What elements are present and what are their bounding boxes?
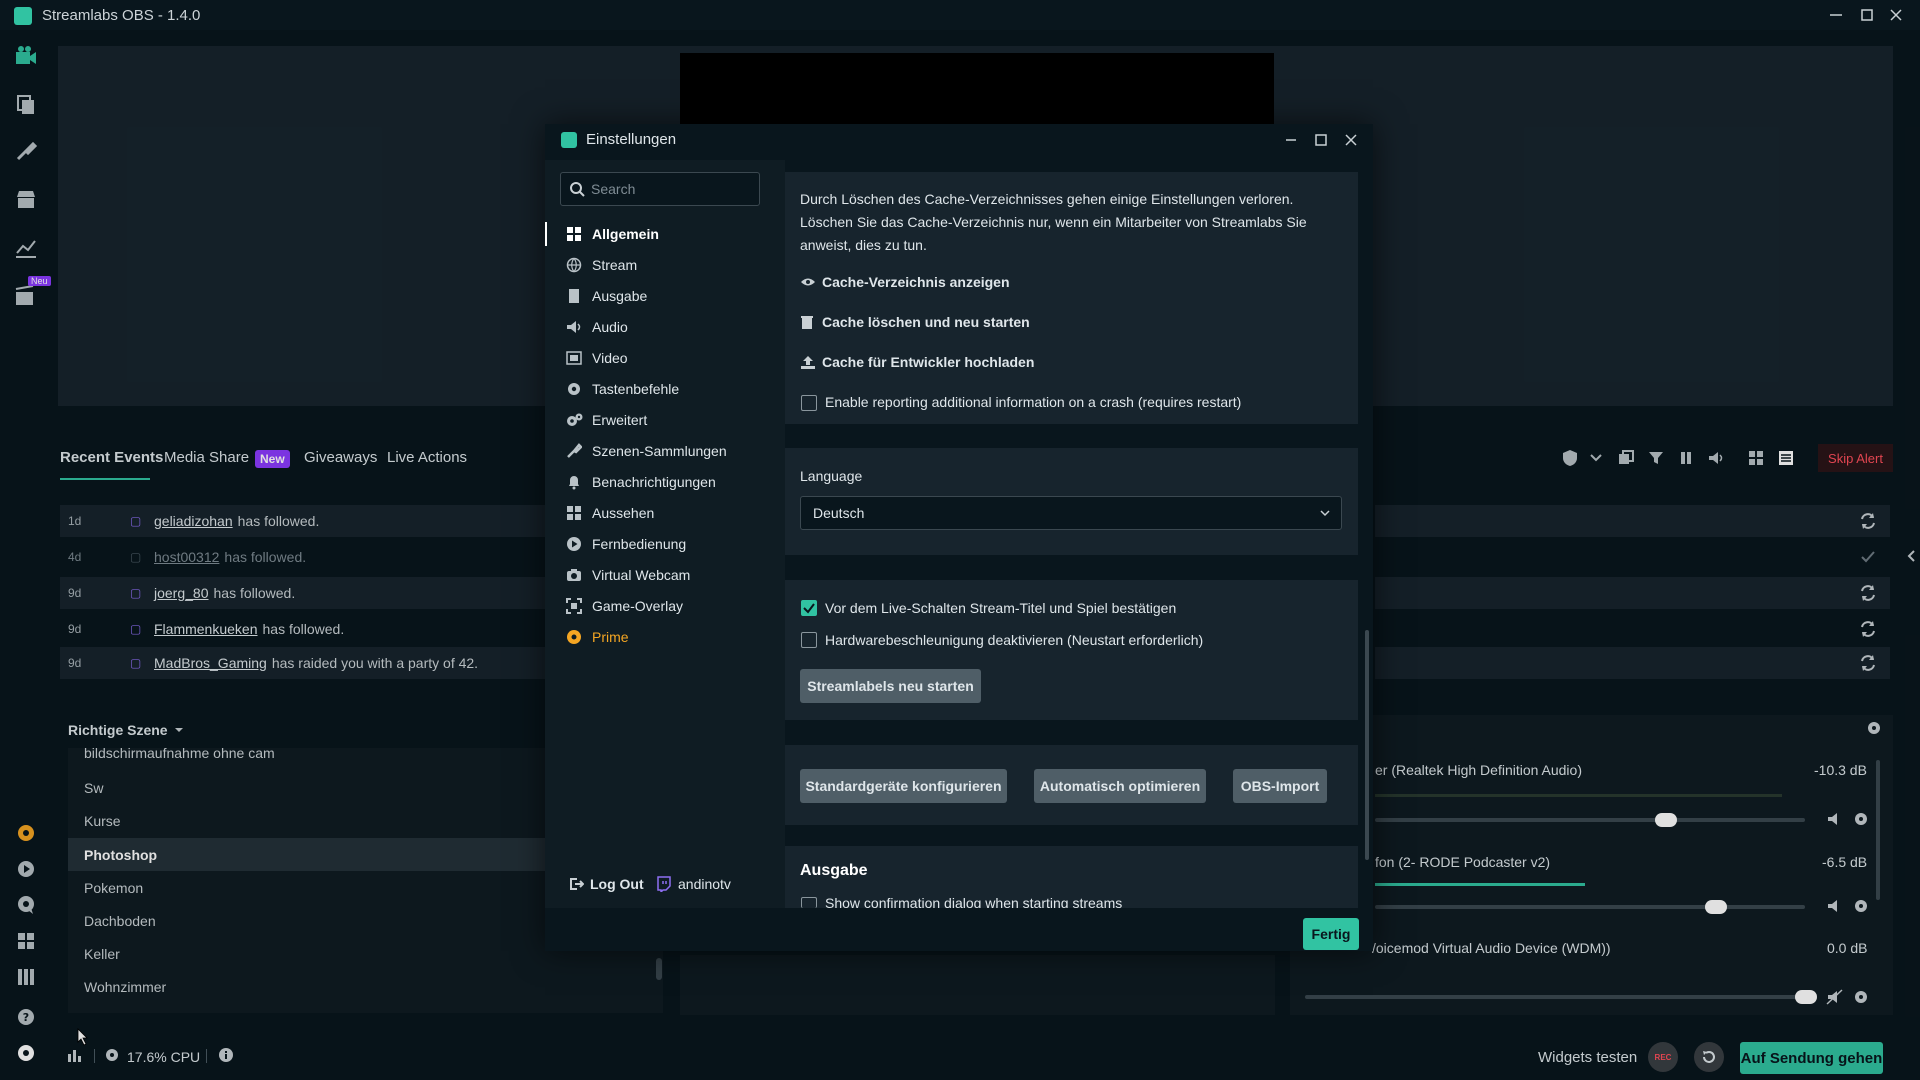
minimize-icon[interactable] — [1822, 4, 1850, 26]
play-circle-icon — [566, 536, 592, 552]
sidebar-item-prime[interactable]: Prime — [566, 621, 776, 652]
sidebar-item-label: Aussehen — [592, 504, 655, 521]
upload-icon — [800, 354, 822, 370]
prime-icon — [566, 629, 592, 645]
camera-icon — [566, 567, 592, 583]
globe-icon — [566, 257, 592, 273]
sidebar-item-label: Benachrichtigungen — [592, 473, 716, 490]
crash-reporting-checkbox[interactable] — [801, 395, 817, 411]
cogs-icon — [566, 412, 592, 428]
search-icon — [569, 181, 585, 197]
sidebar-item-aussehen[interactable]: Aussehen — [566, 497, 776, 528]
speaker-icon — [566, 319, 592, 335]
configure-default-devices-button[interactable]: Standardgeräte konfigurieren — [800, 769, 1007, 803]
film-icon — [566, 350, 592, 366]
sidebar-item-tastenbefehle[interactable]: Tastenbefehle — [566, 373, 776, 404]
sidebar-item-video[interactable]: Video — [566, 342, 776, 373]
language-value: Deutsch — [813, 505, 865, 521]
people-icon — [566, 505, 592, 521]
expand-icon — [566, 597, 592, 614]
account-label: andinotv — [678, 876, 731, 892]
obs-import-button[interactable]: OBS-Import — [1233, 769, 1327, 803]
dialog-scrollbar[interactable] — [1365, 630, 1369, 860]
sidebar-item-fernbedienung[interactable]: Fernbedienung — [566, 528, 776, 559]
log-out-button[interactable]: Log Out — [568, 876, 644, 892]
sidebar-item-erweitert[interactable]: Erweitert — [566, 404, 776, 435]
sidebar-item-virtual-webcam[interactable]: Virtual Webcam — [566, 559, 776, 590]
sidebar-item-label: Stream — [592, 256, 638, 273]
sidebar-item-label: Prime — [592, 628, 629, 645]
language-select[interactable]: Deutsch — [800, 496, 1342, 530]
restart-streamlabels-button[interactable]: Streamlabels neu starten — [800, 669, 981, 703]
dialog-maximize-icon[interactable] — [1308, 129, 1334, 151]
show-confirmation-label: Show confirmation dialog when starting s… — [825, 895, 1123, 908]
search-input[interactable] — [585, 181, 745, 197]
upload-cache-button[interactable]: Cache für Entwickler hochladen — [800, 354, 1034, 370]
log-out-label: Log Out — [590, 876, 644, 892]
language-label: Language — [800, 468, 863, 484]
maximize-icon[interactable] — [1853, 4, 1881, 26]
cog-icon — [566, 381, 592, 397]
account-name: andinotv — [656, 876, 731, 892]
active-item-indicator — [545, 222, 547, 246]
auto-optimize-button[interactable]: Automatisch optimieren — [1034, 769, 1206, 803]
grid-icon — [566, 226, 592, 242]
show-confirmation-checkbox[interactable] — [801, 897, 817, 908]
dialog-footer — [785, 908, 1373, 951]
show-cache-button[interactable]: Cache-Verzeichnis anzeigen — [800, 274, 1010, 290]
confirm-title-label: Vor dem Live-Schalten Stream-Titel und S… — [825, 600, 1177, 616]
bell-icon — [566, 474, 592, 490]
book-icon — [566, 288, 592, 304]
sidebar-item-label: Virtual Webcam — [592, 566, 691, 583]
sidebar-item-ausgabe[interactable]: Ausgabe — [566, 280, 776, 311]
chevron-down-icon — [1319, 507, 1331, 519]
sidebar-item-label: Erweitert — [592, 411, 648, 428]
show-cache-label: Cache-Verzeichnis anzeigen — [822, 274, 1010, 290]
title-bar — [0, 0, 1920, 30]
sidebar-item-label: Audio — [592, 318, 628, 335]
confirm-title-checkbox[interactable] — [801, 600, 817, 616]
hw-accel-checkbox[interactable] — [801, 632, 817, 648]
output-section-title: Ausgabe — [800, 862, 868, 879]
eye-icon — [800, 276, 822, 288]
dialog-logo-icon — [561, 132, 577, 148]
log-out-icon — [568, 876, 590, 892]
twitch-icon — [656, 876, 678, 892]
app-logo-icon — [14, 7, 32, 25]
sidebar-item-label: Szenen-Sammlungen — [592, 442, 727, 459]
check-icon — [803, 603, 815, 614]
sidebar-item-label: Allgemein — [592, 225, 659, 242]
sidebar-item-allgemein[interactable]: Allgemein — [566, 218, 776, 249]
done-button[interactable]: Fertig — [1303, 918, 1359, 950]
sidebar-item-szenen-sammlungen[interactable]: Szenen-Sammlungen — [566, 435, 776, 466]
search-box[interactable] — [560, 172, 760, 206]
delete-cache-button[interactable]: Cache löschen und neu starten — [800, 314, 1030, 330]
sidebar-item-stream[interactable]: Stream — [566, 249, 776, 280]
dialog-minimize-icon[interactable] — [1278, 129, 1304, 151]
hw-accel-label: Hardwarebeschleunigung deaktivieren (Neu… — [825, 632, 1204, 648]
sidebar-item-label: Ausgabe — [592, 287, 648, 304]
delete-cache-label: Cache löschen und neu starten — [822, 314, 1030, 330]
dialog-close-icon[interactable] — [1338, 129, 1364, 151]
brush-icon — [566, 442, 592, 459]
sidebar-item-label: Tastenbefehle — [592, 380, 680, 397]
sidebar-item-benachrichtigungen[interactable]: Benachrichtigungen — [566, 466, 776, 497]
close-window-icon[interactable] — [1882, 4, 1910, 26]
dialog-title: Einstellungen — [586, 131, 677, 148]
crash-reporting-label: Enable reporting additional information … — [825, 394, 1242, 410]
upload-cache-label: Cache für Entwickler hochladen — [822, 354, 1035, 370]
cache-description: Durch Löschen des Cache-Verzeichnisses g… — [800, 191, 1307, 253]
sidebar-item-game-overlay[interactable]: Game-Overlay — [566, 590, 776, 621]
sidebar-item-audio[interactable]: Audio — [566, 311, 776, 342]
sidebar-item-label: Video — [592, 349, 628, 366]
sidebar-item-label: Game-Overlay — [592, 597, 684, 614]
app-title: Streamlabs OBS - 1.4.0 — [42, 7, 201, 24]
trash-icon — [800, 314, 822, 330]
sidebar-item-label: Fernbedienung — [592, 535, 687, 552]
